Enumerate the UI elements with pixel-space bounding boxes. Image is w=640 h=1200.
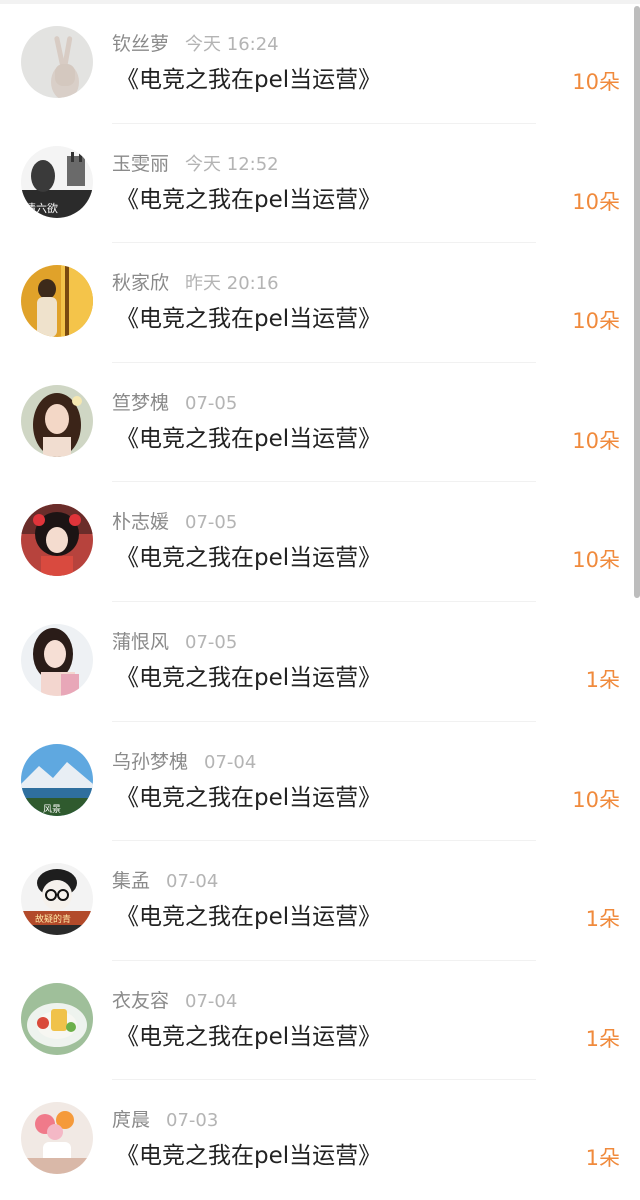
book-title[interactable]: 《电竞之我在pel当运营》 [116,901,381,933]
avatar-caption: 风景 [43,804,61,815]
list-item[interactable]: 蒲恨风 07-05 《电竞之我在pel当运营》 1朵 [0,602,640,722]
list-item[interactable]: 秋家欣 昨天 20:16 《电竞之我在pel当运营》 10朵 [0,243,640,363]
avatar[interactable] [21,1102,93,1175]
gift-time: 07-04 [166,871,219,893]
gift-amount: 1朵 [585,1026,620,1051]
user-name: 乌孙梦槐 [112,750,189,773]
gift-amount: 1朵 [585,667,620,692]
gift-amount: 10朵 [572,787,620,812]
user-name: 蒲恨风 [112,630,170,653]
gift-time: 07-05 [185,631,238,653]
user-name: 衣友容 [112,989,170,1012]
gift-amount: 10朵 [572,309,620,334]
avatar-caption: 情六欲 [25,201,58,215]
gift-record-list: 钦丝萝 今天 16:24 《电竞之我在pel当运营》 10朵 情六欲 玉雯丽 今天 … [0,4,640,1200]
book-title[interactable]: 《电竞之我在pel当运营》 [116,542,381,574]
avatar[interactable] [21,265,93,338]
gift-time: 今天 12:52 [185,153,279,175]
book-title[interactable]: 《电竞之我在pel当运营》 [116,1140,381,1172]
user-name: 玉雯丽 [112,152,170,175]
book-title[interactable]: 《电竞之我在pel当运营》 [116,184,381,216]
gift-amount: 10朵 [572,428,620,453]
gift-time: 07-04 [204,751,257,773]
gift-time: 07-05 [185,392,238,414]
list-item[interactable]: 风景 乌孙梦槐 07-04 《电竞之我在pel当运营》 10朵 [0,722,640,842]
avatar[interactable]: 故疑的青 [21,863,93,936]
user-name: 秋家欣 [112,272,170,295]
gift-amount: 1朵 [585,907,620,932]
user-name: 笪梦槐 [112,391,170,414]
list-item[interactable]: 故疑的青 集孟 07-04 《电竞之我在pel当运营》 1朵 [0,841,640,961]
gift-amount: 10朵 [572,70,620,94]
book-title[interactable]: 《电竞之我在pel当运营》 [116,662,381,694]
list-item[interactable]: 情六欲 玉雯丽 今天 12:52 《电竞之我在pel当运营》 10朵 [0,124,640,244]
gift-time: 今天 16:24 [185,34,279,55]
book-title[interactable]: 《电竞之我在pel当运营》 [116,1021,381,1053]
avatar[interactable] [21,982,93,1055]
list-item[interactable]: 衣友容 07-04 《电竞之我在pel当运营》 1朵 [0,961,640,1081]
user-name: 朴志媛 [112,511,170,534]
list-item[interactable]: 朴志媛 07-05 《电竞之我在pel当运营》 10朵 [0,482,640,602]
avatar[interactable] [21,623,93,696]
user-name: 集孟 [112,870,151,893]
avatar[interactable] [21,504,93,577]
gift-time: 昨天 20:16 [185,273,279,295]
book-title[interactable]: 《电竞之我在pel当运营》 [116,782,381,814]
list-item[interactable]: 庹晨 07-03 《电竞之我在pel当运营》 1朵 [0,1080,640,1200]
book-title[interactable]: 《电竞之我在pel当运营》 [116,64,381,96]
list-item[interactable]: 笪梦槐 07-05 《电竞之我在pel当运营》 10朵 [0,363,640,483]
avatar[interactable]: 风景 [21,743,93,816]
gift-amount: 10朵 [572,189,620,214]
gift-amount: 1朵 [585,1146,620,1171]
avatar[interactable] [21,384,93,457]
user-name: 钦丝萝 [112,33,170,55]
list-item[interactable]: 钦丝萝 今天 16:24 《电竞之我在pel当运营》 10朵 [0,4,640,124]
gift-amount: 10朵 [572,548,620,573]
avatar[interactable] [21,26,93,98]
book-title[interactable]: 《电竞之我在pel当运营》 [116,303,381,335]
gift-time: 07-04 [185,990,238,1012]
book-title[interactable]: 《电竞之我在pel当运营》 [116,423,381,455]
user-name: 庹晨 [112,1109,151,1132]
avatar[interactable]: 情六欲 [21,145,93,218]
gift-time: 07-05 [185,512,238,534]
scrollbar[interactable] [634,6,640,598]
gift-time: 07-03 [166,1110,219,1132]
avatar-caption: 故疑的青 [35,913,71,925]
